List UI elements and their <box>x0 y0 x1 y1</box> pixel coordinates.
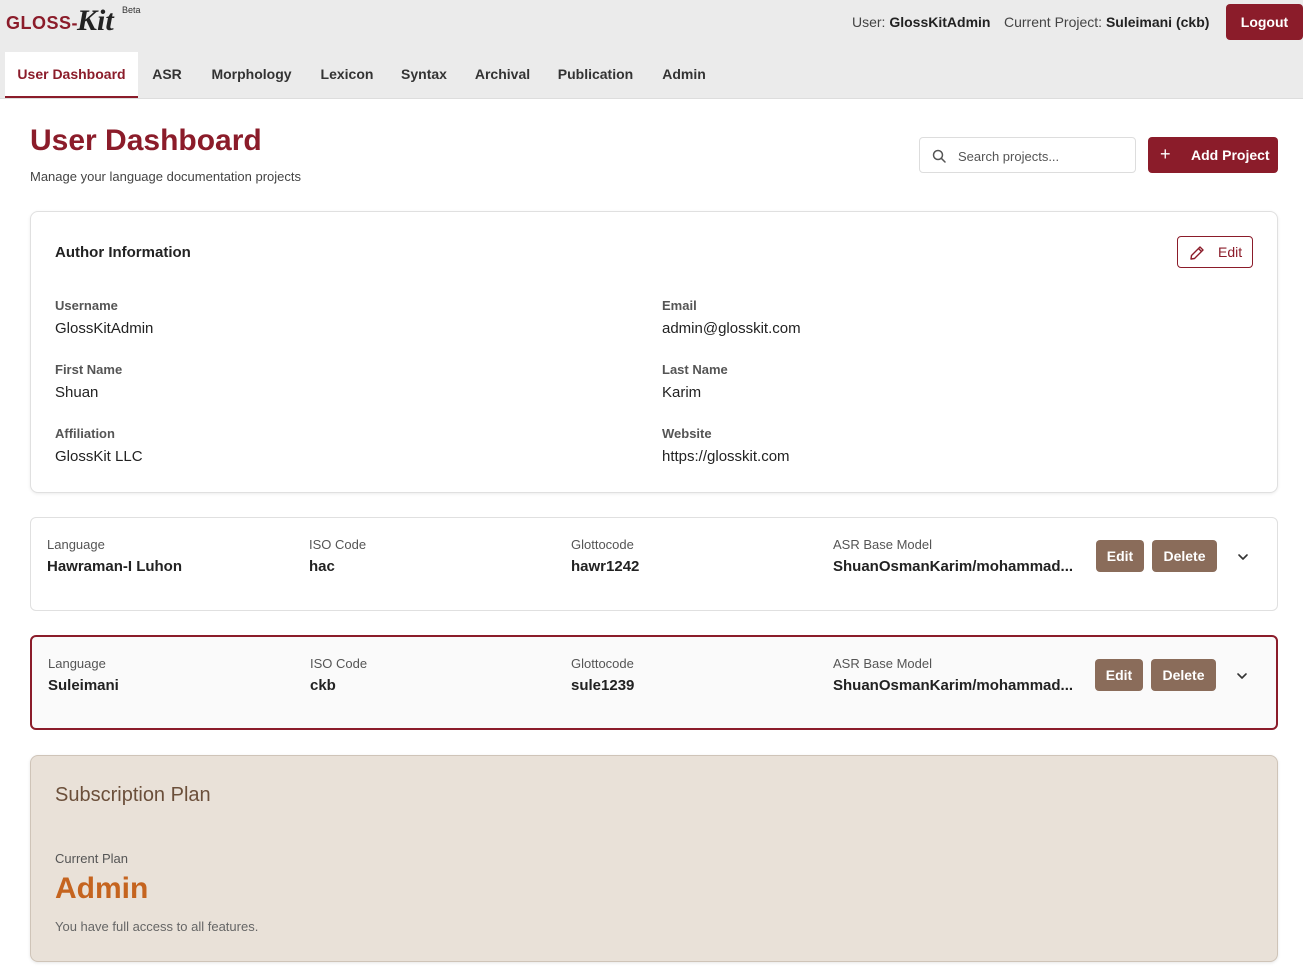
language-label: Language <box>47 537 105 552</box>
plus-icon: + <box>1160 144 1171 164</box>
username-value: GlossKitAdmin <box>55 320 154 337</box>
subscription-plan-card: Subscription Plan Current Plan Admin You… <box>30 755 1278 962</box>
current-project: Current Project: Suleimani (ckb) <box>1004 14 1209 30</box>
search-icon <box>932 149 946 163</box>
add-project-button[interactable]: + Add Project <box>1148 137 1278 173</box>
username-label: Username <box>55 298 118 313</box>
asr-model-value: ShuanOsmanKarim/mohammad... <box>833 558 1074 575</box>
project-name: Suleimani (ckb) <box>1105 14 1210 30</box>
chevron-down-icon[interactable] <box>1236 550 1250 564</box>
delete-language-button[interactable]: Delete <box>1152 540 1217 572</box>
glottocode-label: Glottocode <box>571 656 634 671</box>
search-input[interactable] <box>958 146 1128 166</box>
subscription-title: Subscription Plan <box>55 784 211 806</box>
glottocode-label: Glottocode <box>571 537 634 552</box>
first-name-label: First Name <box>55 362 123 377</box>
glosskit-logo[interactable]: GLOSS- Kit Beta <box>6 4 146 44</box>
current-user: User: GlossKitAdmin <box>852 14 990 30</box>
add-project-label: Add Project <box>1191 147 1270 163</box>
page-title: User Dashboard <box>30 124 262 157</box>
user-name: GlossKitAdmin <box>889 14 991 30</box>
first-name-value: Shuan <box>55 384 99 401</box>
plan-description: You have full access to all features. <box>55 919 259 934</box>
tab-archival[interactable]: Archival <box>461 52 544 98</box>
email-value: admin@glosskit.com <box>662 320 801 337</box>
logo-script-text: Kit <box>77 4 114 37</box>
edit-author-button[interactable]: Edit <box>1177 236 1253 268</box>
beta-badge: Beta <box>122 5 141 15</box>
logo-text: GLOSS- <box>6 13 79 33</box>
language-project-row-selected[interactable]: Language Suleimani ISO Code ckb Glottoco… <box>30 635 1278 730</box>
language-value: Hawraman-I Luhon <box>47 558 183 575</box>
logout-button[interactable]: Logout <box>1226 4 1303 40</box>
language-project-row[interactable]: Language Hawraman-I Luhon ISO Code hac G… <box>30 517 1278 611</box>
tab-admin[interactable]: Admin <box>647 52 721 98</box>
main-tabs: User Dashboard ASR Morphology Lexicon Sy… <box>0 52 1303 99</box>
glottocode-value: hawr1242 <box>571 558 640 575</box>
tab-syntax[interactable]: Syntax <box>387 52 461 98</box>
top-bar: GLOSS- Kit Beta User: GlossKitAdmin Curr… <box>0 0 1303 52</box>
tab-asr[interactable]: ASR <box>138 52 196 98</box>
iso-code-label: ISO Code <box>309 537 367 552</box>
last-name-label: Last Name <box>662 362 728 377</box>
user-label: User: <box>852 14 886 30</box>
asr-model-label: ASR Base Model <box>833 537 932 552</box>
iso-code-value: ckb <box>310 677 336 694</box>
asr-model-label: ASR Base Model <box>833 656 932 671</box>
iso-code-value: hac <box>309 558 335 575</box>
website-value: https://glosskit.com <box>662 448 790 465</box>
language-label: Language <box>48 656 106 671</box>
tab-lexicon[interactable]: Lexicon <box>307 52 387 98</box>
edit-author-label: Edit <box>1218 244 1243 260</box>
website-label: Website <box>662 426 712 441</box>
chevron-down-icon[interactable] <box>1235 669 1249 683</box>
email-label: Email <box>662 298 697 313</box>
page-subtitle: Manage your language documentation proje… <box>30 169 302 184</box>
current-plan-value: Admin <box>55 872 149 905</box>
pencil-icon <box>1190 246 1204 260</box>
language-value: Suleimani <box>48 677 119 694</box>
affiliation-value: GlossKit LLC <box>55 448 143 465</box>
tab-publication[interactable]: Publication <box>544 52 647 98</box>
tab-user-dashboard[interactable]: User Dashboard <box>5 52 138 98</box>
author-information-card: Author Information Edit Username GlossKi… <box>30 211 1278 493</box>
edit-language-button[interactable]: Edit <box>1095 659 1143 691</box>
affiliation-label: Affiliation <box>55 426 115 441</box>
project-label: Current Project: <box>1004 14 1103 30</box>
search-box[interactable] <box>919 137 1136 173</box>
current-plan-label: Current Plan <box>55 851 128 866</box>
glottocode-value: sule1239 <box>571 677 635 694</box>
author-card-title: Author Information <box>55 244 191 261</box>
last-name-value: Karim <box>662 384 702 401</box>
iso-code-label: ISO Code <box>310 656 368 671</box>
tab-morphology[interactable]: Morphology <box>196 52 307 98</box>
delete-language-button[interactable]: Delete <box>1151 659 1216 691</box>
edit-language-button[interactable]: Edit <box>1096 540 1144 572</box>
asr-model-value: ShuanOsmanKarim/mohammad... <box>833 677 1074 694</box>
